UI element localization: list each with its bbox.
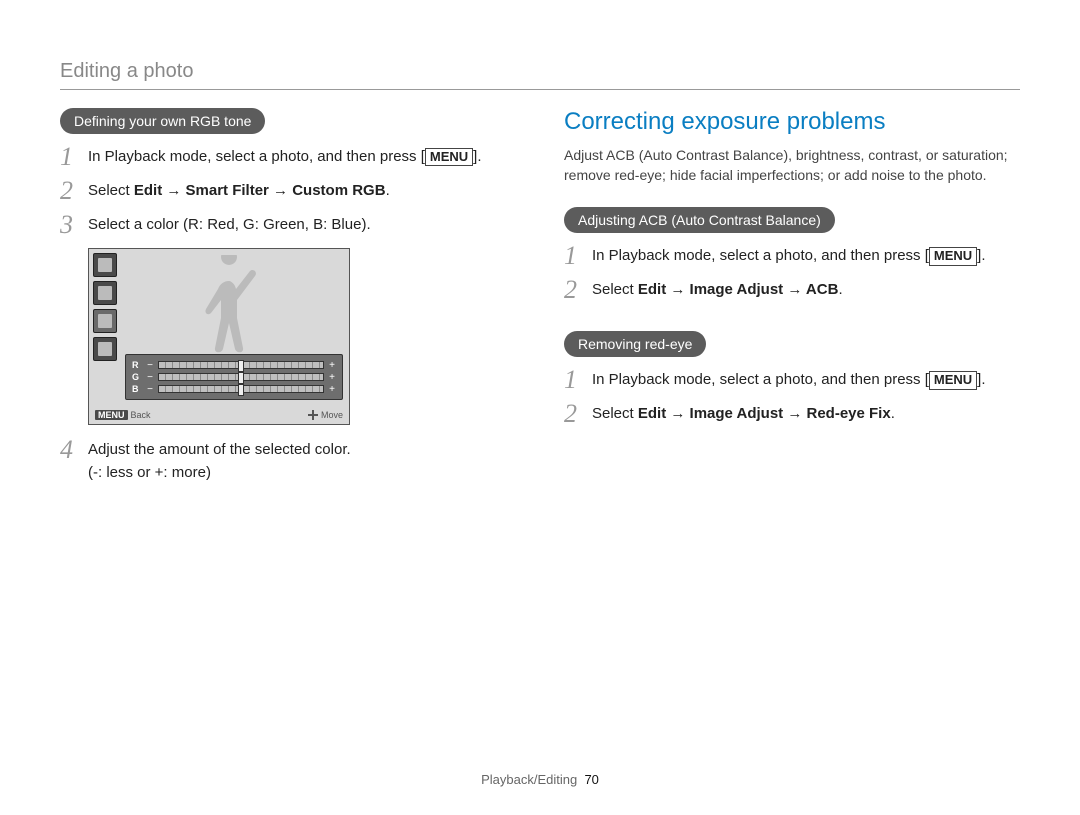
- step-number: 4: [60, 437, 88, 463]
- pill-defining-rgb: Defining your own RGB tone: [60, 108, 265, 134]
- steps-redeye: 1 In Playback mode, select a photo, and …: [564, 369, 1020, 427]
- left-column: Defining your own RGB tone 1 In Playback…: [60, 108, 516, 493]
- minus-icon: −: [146, 360, 154, 371]
- step: 1 In Playback mode, select a photo, and …: [564, 245, 1020, 269]
- plus-icon: +: [328, 372, 336, 383]
- screen-sidebar-icon: [93, 253, 117, 277]
- slider-handle: [238, 372, 244, 384]
- steps-defining-rgb-cont: 4 Adjust the amount of the selected colo…: [60, 439, 516, 483]
- page-footer: Playback/Editing 70: [0, 772, 1080, 787]
- step-path: Edit → Image Adjust → Red-eye Fix: [638, 405, 891, 422]
- step-body: Adjust the amount of the selected color.…: [88, 439, 516, 483]
- slider-bar: [158, 373, 324, 381]
- step-subtext: (-: less or +: more): [88, 462, 516, 483]
- slider-handle: [238, 384, 244, 396]
- step-text: .: [838, 281, 842, 298]
- step: 1 In Playback mode, select a photo, and …: [60, 146, 516, 170]
- step-number: 2: [60, 178, 88, 204]
- step-body: Select a color (R: Red, G: Green, B: Blu…: [88, 214, 516, 235]
- rgb-sliders-panel: R − + G − + B − +: [125, 354, 343, 400]
- step-text: ].: [977, 247, 985, 264]
- step-body: Select Edit → Image Adjust → ACB.: [592, 279, 1020, 300]
- screen-sidebar: [93, 253, 119, 361]
- step: 1 In Playback mode, select a photo, and …: [564, 369, 1020, 393]
- step-text: Select: [88, 182, 134, 199]
- camera-screen-illustration: R − + G − + B − +: [88, 248, 350, 425]
- pill-removing-red-eye: Removing red-eye: [564, 331, 706, 357]
- slider-bar: [158, 385, 324, 393]
- slider-row-r: R − +: [132, 359, 336, 371]
- screen-sidebar-icon-selected: [93, 309, 117, 333]
- steps-defining-rgb: 1 In Playback mode, select a photo, and …: [60, 146, 516, 238]
- step-text: In Playback mode, select a photo, and th…: [592, 247, 929, 264]
- header-rule: [60, 89, 1020, 90]
- slider-bar: [158, 361, 324, 369]
- step: 4 Adjust the amount of the selected colo…: [60, 439, 516, 483]
- slider-row-g: G − +: [132, 371, 336, 383]
- step: 2 Select Edit → Image Adjust → ACB.: [564, 279, 1020, 303]
- step-text: ].: [977, 371, 985, 388]
- plus-icon: +: [328, 360, 336, 371]
- steps-acb: 1 In Playback mode, select a photo, and …: [564, 245, 1020, 303]
- nav-icon: [308, 410, 318, 420]
- step-number: 2: [564, 401, 592, 427]
- step-text: In Playback mode, select a photo, and th…: [592, 371, 929, 388]
- section-intro: Adjust ACB (Auto Contrast Balance), brig…: [564, 146, 1020, 185]
- slider-label: G: [132, 372, 142, 382]
- right-column: Correcting exposure problems Adjust ACB …: [564, 108, 1020, 493]
- step-number: 1: [60, 144, 88, 170]
- step-text: Adjust the amount of the selected color.: [88, 441, 351, 458]
- step-text: In Playback mode, select a photo, and th…: [88, 148, 425, 165]
- step-body: In Playback mode, select a photo, and th…: [592, 369, 1020, 390]
- menu-tag: MENU: [95, 410, 128, 420]
- section-heading: Correcting exposure problems: [564, 108, 1020, 136]
- screen-footer: MENU Back Move: [95, 410, 343, 420]
- step-body: In Playback mode, select a photo, and th…: [592, 245, 1020, 266]
- pill-adjusting-acb: Adjusting ACB (Auto Contrast Balance): [564, 207, 835, 233]
- step-text: ].: [473, 148, 481, 165]
- step: 2 Select Edit → Image Adjust → Red-eye F…: [564, 403, 1020, 427]
- step-path: Edit → Smart Filter → Custom RGB: [134, 182, 386, 199]
- step-body: Select Edit → Image Adjust → Red-eye Fix…: [592, 403, 1020, 424]
- minus-icon: −: [146, 372, 154, 383]
- step-number: 3: [60, 212, 88, 238]
- screen-sidebar-icon: [93, 337, 117, 361]
- slider-label: B: [132, 384, 142, 394]
- menu-button-label: MENU: [929, 247, 977, 266]
- step-text: .: [386, 182, 390, 199]
- footer-page-number: 70: [584, 772, 598, 787]
- step-body: Select Edit → Smart Filter → Custom RGB.: [88, 180, 516, 201]
- slider-row-b: B − +: [132, 383, 336, 395]
- slider-label: R: [132, 360, 142, 370]
- footer-section: Playback/Editing: [481, 772, 577, 787]
- step-number: 1: [564, 243, 592, 269]
- step-text: .: [891, 405, 895, 422]
- page-title: Editing a photo: [60, 60, 1020, 83]
- step: 3 Select a color (R: Red, G: Green, B: B…: [60, 214, 516, 238]
- slider-handle: [238, 360, 244, 372]
- menu-button-label: MENU: [929, 371, 977, 390]
- step: 2 Select Edit → Smart Filter → Custom RG…: [60, 180, 516, 204]
- step-text: Select: [592, 405, 638, 422]
- person-silhouette-icon: [179, 255, 279, 355]
- step-path: Edit → Image Adjust → ACB: [638, 281, 839, 298]
- step-number: 1: [564, 367, 592, 393]
- footer-back-label: Back: [131, 410, 151, 420]
- step-text: Select: [592, 281, 638, 298]
- screen-sidebar-icon: [93, 281, 117, 305]
- footer-move-label: Move: [321, 410, 343, 420]
- minus-icon: −: [146, 384, 154, 395]
- menu-button-label: MENU: [425, 148, 473, 167]
- plus-icon: +: [328, 384, 336, 395]
- step-body: In Playback mode, select a photo, and th…: [88, 146, 516, 167]
- step-number: 2: [564, 277, 592, 303]
